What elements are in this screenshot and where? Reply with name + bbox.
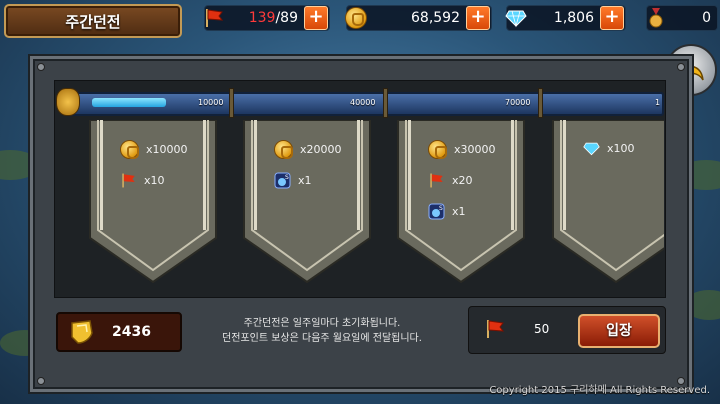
reward-amount: x20000 <box>300 143 342 156</box>
reward-item: x10000 <box>120 140 188 159</box>
reward-amount: x20 <box>452 174 473 187</box>
lion-emblem-icon <box>56 88 80 116</box>
coin-icon <box>274 140 293 159</box>
milestone-label: 70000 <box>505 98 531 107</box>
milestone-label: 1 <box>655 98 661 107</box>
notice-line: 던전포인트 보상은 다음주 월요일에 전달됩니다. <box>222 333 422 344</box>
stamina-max: /89 <box>275 10 298 26</box>
progress-fill <box>92 98 166 107</box>
svg-text:S: S <box>439 205 443 212</box>
gem-counter: 1,806 + <box>505 5 626 31</box>
milestone-divider <box>383 88 388 118</box>
notice-line: 주간던전은 일주일마다 초기화됩니다. <box>243 318 401 329</box>
gold-counter: 68,592 + <box>345 5 492 31</box>
add-gems-button[interactable]: + <box>600 6 624 30</box>
coin-icon <box>120 140 139 159</box>
reward-amount: x1 <box>452 205 466 218</box>
flag-icon <box>487 320 505 338</box>
diamond-icon <box>583 142 600 156</box>
points-value: 2436 <box>112 324 151 340</box>
reward-amount: x10000 <box>146 143 188 156</box>
medal-counter: 0 <box>646 5 718 31</box>
gold-value: 68,592 <box>411 10 460 26</box>
coin-icon <box>345 7 367 29</box>
reward-item: x20000 <box>274 140 342 159</box>
milestone-divider <box>538 88 543 118</box>
reward-item: S x1 <box>274 172 312 189</box>
flag-icon <box>203 7 225 29</box>
flag-icon <box>122 173 135 188</box>
reward-item: x100 <box>583 140 635 157</box>
page-title: 주간던전 <box>4 4 182 38</box>
coin-icon <box>428 140 447 159</box>
diamond-icon <box>505 7 527 29</box>
reward-item: x20 <box>428 172 473 189</box>
reward-item: x10 <box>120 172 165 189</box>
gem-value: 1,806 <box>553 10 594 26</box>
reset-notice: 주간던전은 일주일마다 초기화됩니다. 던전포인트 보상은 다음주 월요일에 전… <box>190 316 454 346</box>
flag-icon <box>430 173 443 188</box>
reward-item: x30000 <box>428 140 496 159</box>
stamina-counter: 139/89 + <box>204 5 330 31</box>
stamina-current: 139 <box>248 10 276 26</box>
medal-icon <box>645 7 667 29</box>
add-stamina-button[interactable]: + <box>304 6 328 30</box>
entry-cost: 50 <box>534 322 550 336</box>
add-gold-button[interactable]: + <box>466 6 490 30</box>
reward-amount: x10 <box>144 174 165 187</box>
reward-amount: x100 <box>607 142 635 155</box>
medal-value: 0 <box>702 10 711 26</box>
reward-amount: x1 <box>298 174 312 187</box>
shield-icon <box>71 320 93 344</box>
dungeon-points: 2436 <box>56 312 182 352</box>
milestone-label: 40000 <box>350 98 376 107</box>
milestone-label: 10000 <box>198 98 224 107</box>
svg-text:S: S <box>285 174 289 181</box>
copyright: Copyright 2015 구리하메 All Rights Reserved. <box>489 385 710 396</box>
reward-item: S x1 <box>428 203 466 220</box>
potion-icon: S <box>428 203 445 220</box>
potion-icon: S <box>274 172 291 189</box>
milestone-divider <box>229 88 234 118</box>
enter-button[interactable]: 입장 <box>578 314 660 348</box>
reward-amount: x30000 <box>454 143 496 156</box>
